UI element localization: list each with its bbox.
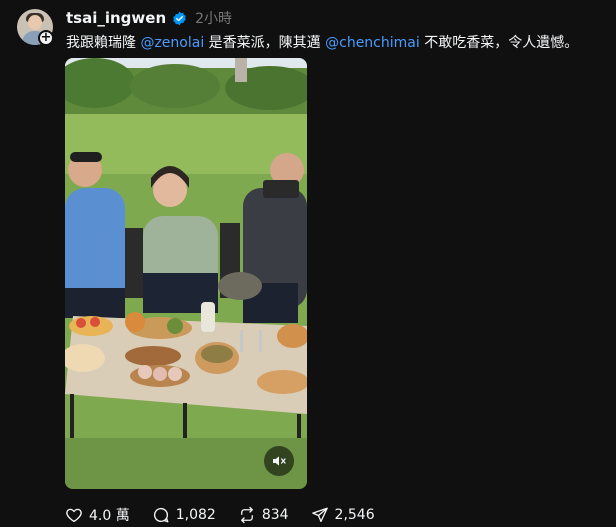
like-count: 4.0 萬 bbox=[89, 508, 130, 524]
video-frame bbox=[65, 58, 307, 489]
comment-icon bbox=[153, 507, 169, 523]
post-video[interactable] bbox=[65, 58, 307, 489]
repost-icon bbox=[240, 506, 253, 524]
send-icon bbox=[311, 507, 328, 523]
share-count: 2,546 bbox=[334, 507, 375, 523]
verified-badge-icon bbox=[173, 11, 186, 25]
follow-plus-icon[interactable]: + bbox=[38, 30, 54, 46]
like-button[interactable]: 4.0 萬 bbox=[65, 505, 130, 525]
share-button[interactable]: 2,546 bbox=[311, 506, 375, 524]
post-text-part: 是香菜派，陳其邁 bbox=[204, 35, 326, 51]
avatar-face bbox=[28, 15, 42, 30]
action-bar: 4.0 萬 1,082 834 2,546 bbox=[65, 505, 397, 525]
heart-icon bbox=[66, 508, 82, 523]
post-timestamp[interactable]: 2小時 bbox=[195, 8, 232, 28]
post-text-part: 不敢吃香菜，令人遺憾。 bbox=[419, 35, 579, 51]
username[interactable]: tsai_ingwen bbox=[66, 9, 166, 27]
speaker-muted-icon bbox=[273, 456, 286, 466]
post-text-part: 我跟賴瑞隆 bbox=[66, 35, 141, 51]
post-text: 我跟賴瑞隆 @zenolai 是香菜派，陳其邁 @chenchimai 不敢吃香… bbox=[66, 32, 578, 52]
repost-count: 834 bbox=[261, 507, 289, 523]
reply-button[interactable]: 1,082 bbox=[152, 506, 216, 524]
mention-link-zenolai[interactable]: @zenolai bbox=[140, 35, 204, 51]
reply-count: 1,082 bbox=[175, 507, 216, 523]
mute-button[interactable] bbox=[264, 446, 294, 476]
post-header: tsai_ingwen 2小時 bbox=[66, 8, 232, 28]
repost-button[interactable]: 834 bbox=[238, 506, 289, 524]
mention-link-chenchimai[interactable]: @chenchimai bbox=[325, 35, 420, 51]
